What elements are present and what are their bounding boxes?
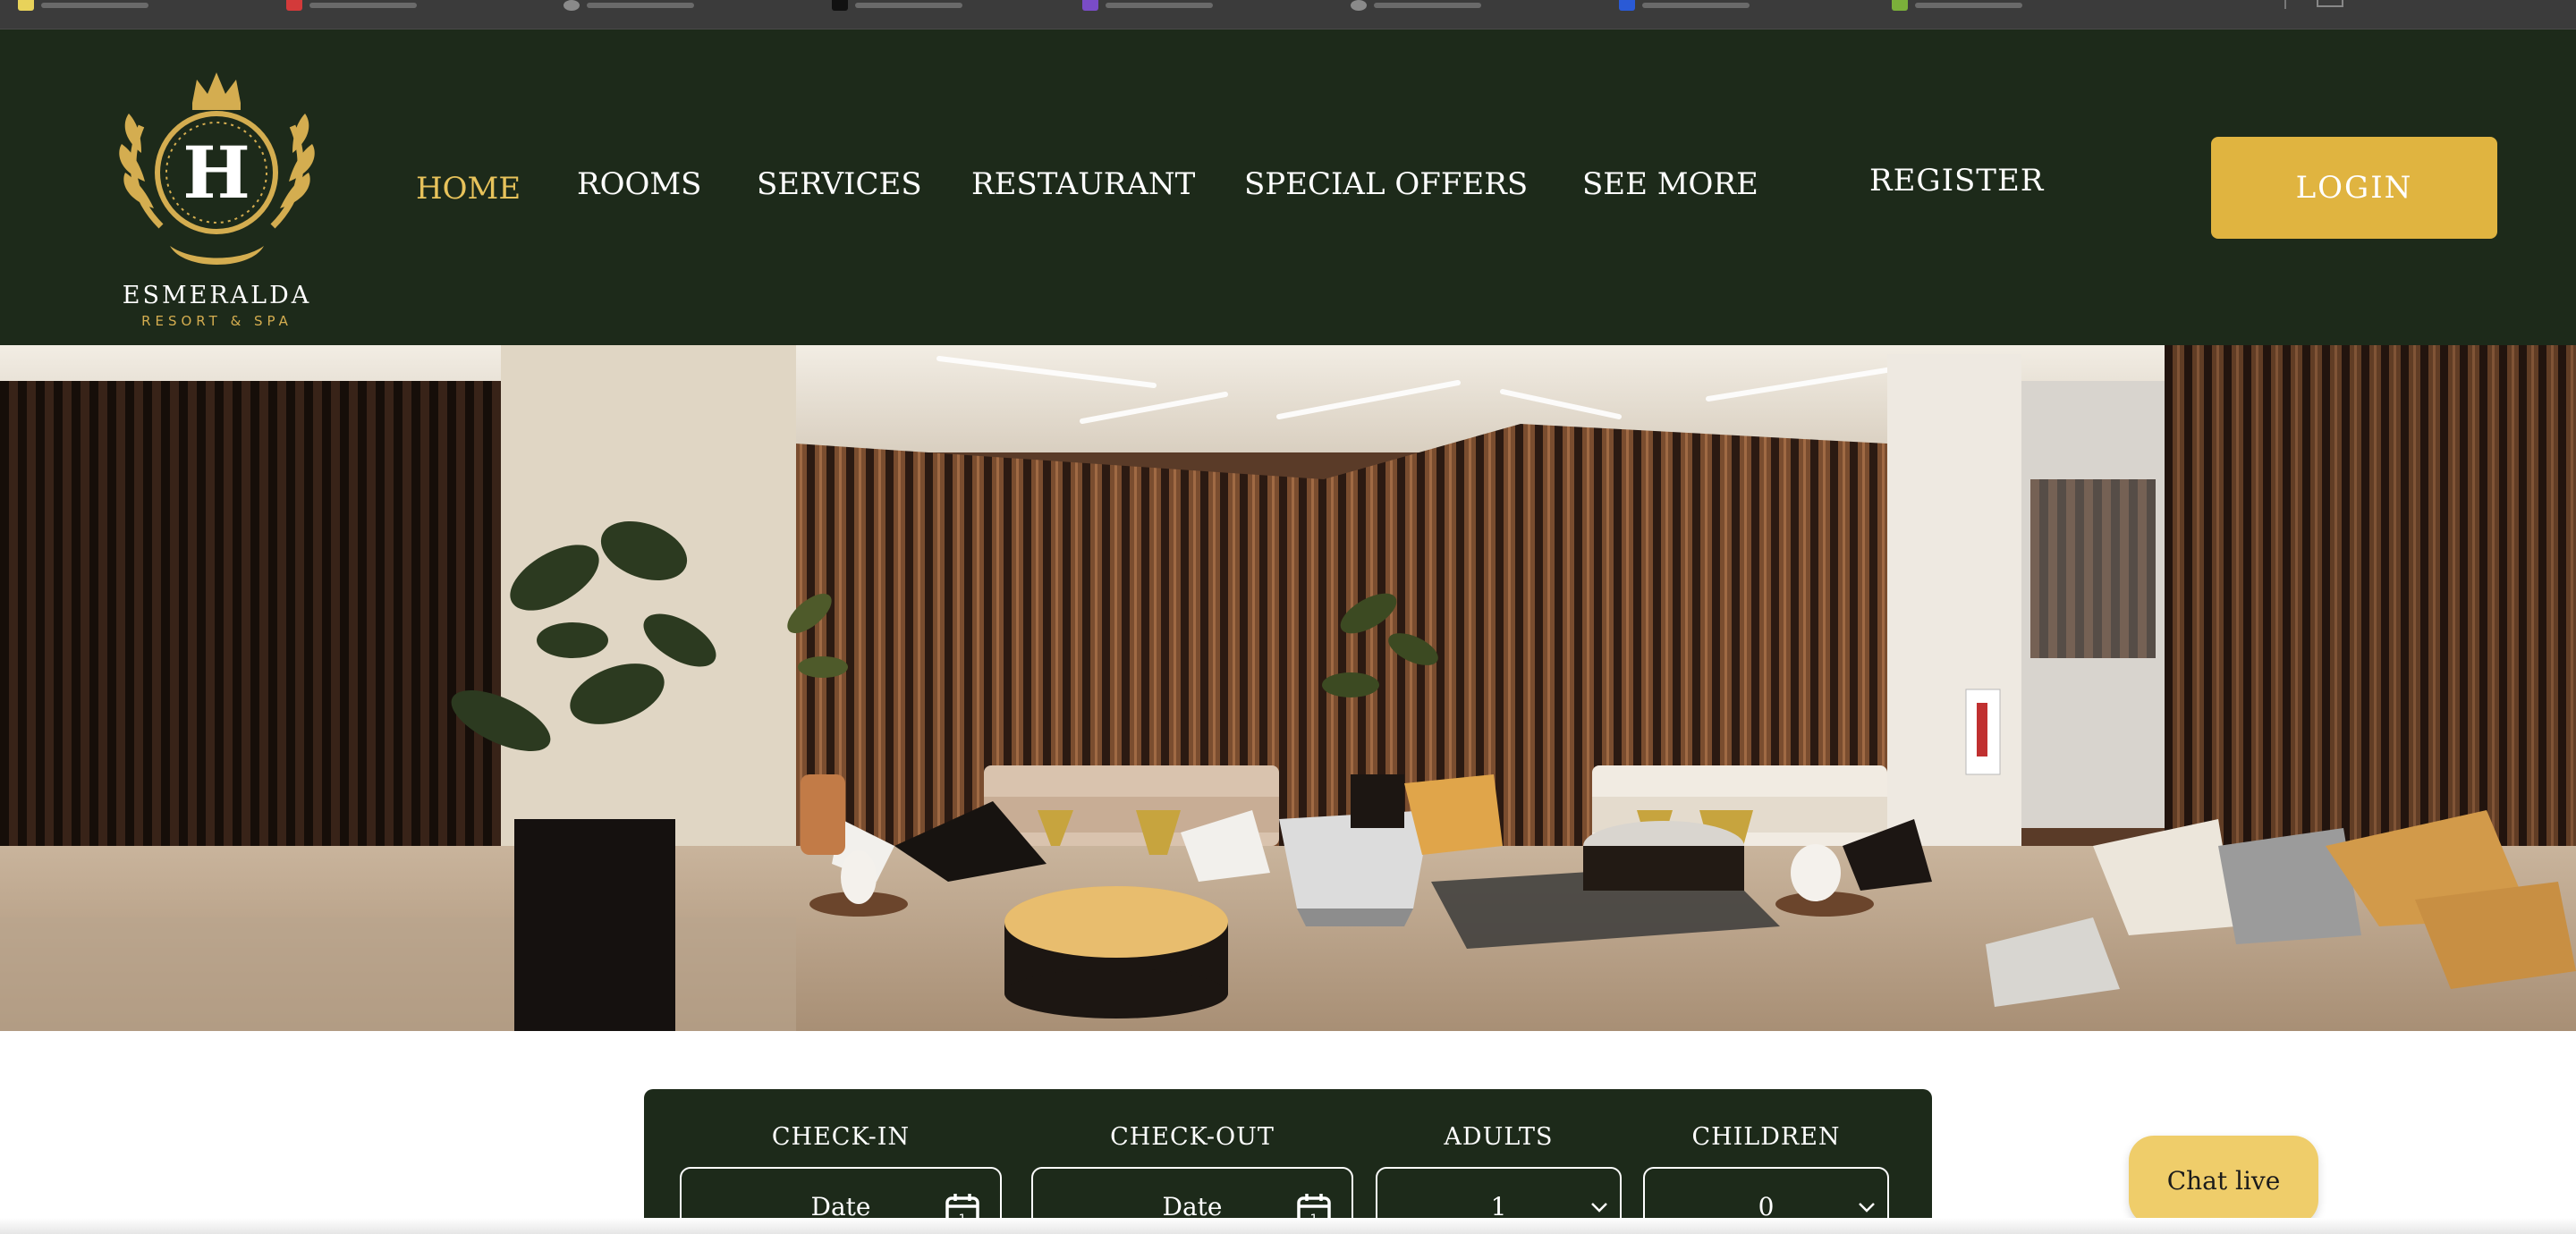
chat-live-button[interactable]: Chat live <box>2129 1136 2318 1225</box>
bookmarks-folder-icon[interactable] <box>2317 0 2343 7</box>
bookmark-item[interactable] <box>1082 0 1213 11</box>
nav-register[interactable]: REGISTER <box>1869 163 2044 199</box>
nav-restaurant[interactable]: RESTAURANT <box>971 166 1195 202</box>
site-header: H ESMERALDA RESORT & SPA HOME ROOMS SERV… <box>0 30 2576 345</box>
nav-special-offers[interactable]: SPECIAL OFFERS <box>1244 166 1528 202</box>
adults-label: ADULTS <box>1444 1123 1554 1151</box>
bookmark-item[interactable] <box>1619 0 1750 11</box>
check-out-label: CHECK-OUT <box>1110 1123 1275 1151</box>
bookmark-item[interactable] <box>832 0 962 11</box>
booking-form: CHECK-IN Date 1 CHECK-OUT Date 1 ADULTS … <box>644 1089 1932 1234</box>
brand-logo[interactable]: H ESMERALDA RESORT & SPA <box>98 47 335 329</box>
brand-name: ESMERALDA <box>122 282 312 309</box>
bookmark-item[interactable] <box>1892 0 2022 11</box>
children-label: CHILDREN <box>1691 1123 1841 1151</box>
nav-rooms[interactable]: ROOMS <box>577 166 701 202</box>
nav-home[interactable]: HOME <box>416 171 521 207</box>
hero-image <box>0 345 2576 1031</box>
bookmark-separator <box>2284 0 2286 9</box>
chevron-down-icon <box>1859 1203 1875 1213</box>
browser-bookmarks-bar <box>0 0 2576 30</box>
login-button[interactable]: LOGIN <box>2211 137 2497 239</box>
brand-tagline: RESORT & SPA <box>141 313 292 329</box>
bookmark-item[interactable] <box>286 0 417 11</box>
bookmark-item[interactable] <box>18 0 148 11</box>
page-bottom-shadow <box>0 1218 2576 1234</box>
bookmark-item[interactable] <box>1351 0 1481 11</box>
brand-monogram: H <box>182 131 250 215</box>
nav-services[interactable]: SERVICES <box>757 166 922 202</box>
nav-see-more[interactable]: SEE MORE <box>1582 166 1758 202</box>
check-in-label: CHECK-IN <box>771 1123 911 1151</box>
crest-icon: H <box>119 72 315 265</box>
chevron-down-icon <box>1591 1203 1607 1213</box>
bookmark-item[interactable] <box>564 0 694 11</box>
